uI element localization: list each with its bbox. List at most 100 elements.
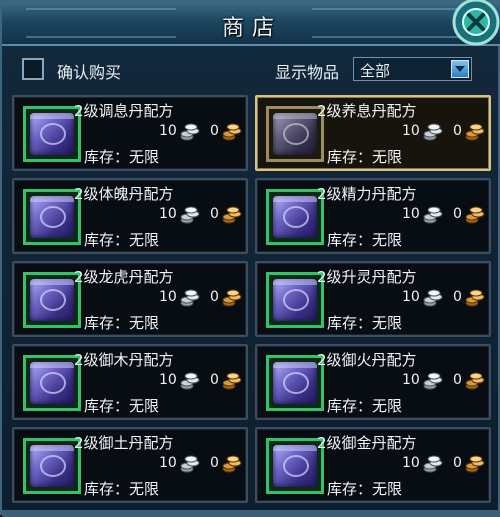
stock-text: 库存：无限 (84, 480, 160, 498)
gold-price: 0 (453, 289, 462, 305)
recipe-scroll-icon (273, 279, 317, 321)
silver-coin-icon (180, 206, 200, 224)
stock-text: 库存：无限 (84, 397, 160, 415)
gold-coin-icon (465, 372, 485, 390)
silver-price: 10 (402, 372, 420, 388)
item-name: 2级御木丹配方 (74, 351, 174, 369)
shop-item-card-9[interactable]: 2级御土丹配方 10 0 库存：无限 (12, 427, 248, 503)
silver-coin-icon (180, 455, 200, 473)
silver-coin-icon (423, 289, 443, 307)
stock-text: 库存：无限 (327, 148, 403, 166)
gold-price: 0 (210, 123, 219, 139)
filter-select[interactable]: 全部 (353, 57, 472, 81)
stock-text: 库存：无限 (327, 397, 403, 415)
silver-price: 10 (159, 372, 177, 388)
recipe-scroll-icon (30, 196, 74, 238)
shop-item-card-7[interactable]: 2级御木丹配方 10 0 库存：无限 (12, 344, 248, 420)
item-icon-frame (23, 272, 81, 328)
confirm-label[interactable]: 确认购买 (57, 59, 121, 83)
confirm-checkbox[interactable] (22, 58, 44, 80)
gold-price: 0 (453, 455, 462, 471)
item-icon-frame (23, 106, 81, 162)
gold-price: 0 (210, 372, 219, 388)
shop-item-card-1[interactable]: 2级调息丹配方 10 0 库存：无限 (12, 95, 248, 171)
silver-price: 10 (402, 455, 420, 471)
silver-coin-icon (180, 289, 200, 307)
shop-item-card-4[interactable]: 2级精力丹配方 10 0 库存：无限 (255, 178, 491, 254)
shop-item-card-3[interactable]: 2级体魄丹配方 10 0 库存：无限 (12, 178, 248, 254)
gold-coin-icon (465, 206, 485, 224)
silver-price: 10 (159, 289, 177, 305)
title-bar[interactable]: 商店 (2, 2, 500, 46)
gold-coin-icon (222, 372, 242, 390)
gold-coin-icon (222, 455, 242, 473)
gold-price: 0 (210, 289, 219, 305)
gold-coin-icon (465, 455, 485, 473)
item-name: 2级体魄丹配方 (74, 185, 174, 203)
shop-item-card-5[interactable]: 2级龙虎丹配方 10 0 库存：无限 (12, 261, 248, 337)
stock-text: 库存：无限 (327, 314, 403, 332)
silver-coin-icon (423, 455, 443, 473)
item-icon-frame (266, 272, 324, 328)
shop-item-card-8[interactable]: 2级御火丹配方 10 0 库存：无限 (255, 344, 491, 420)
recipe-scroll-icon (30, 113, 74, 155)
filter-label: 显示物品 (275, 63, 340, 82)
item-name: 2级御火丹配方 (317, 351, 417, 369)
silver-price: 10 (159, 455, 177, 471)
gold-price: 0 (453, 206, 462, 222)
item-icon-frame (23, 438, 81, 494)
gold-coin-icon (465, 289, 485, 307)
item-name: 2级养息丹配方 (317, 102, 417, 120)
silver-price: 10 (402, 289, 420, 305)
price-row: 10 0 (149, 123, 249, 143)
price-row: 10 0 (149, 289, 249, 309)
silver-coin-icon (423, 372, 443, 390)
price-row: 10 0 (392, 289, 492, 309)
stock-text: 库存：无限 (84, 231, 160, 249)
item-icon-frame (266, 355, 324, 411)
gold-price: 0 (210, 455, 219, 471)
silver-price: 10 (402, 206, 420, 222)
item-icon-frame (266, 106, 324, 162)
item-name: 2级精力丹配方 (317, 185, 417, 203)
item-name: 2级御金丹配方 (317, 434, 417, 452)
silver-coin-icon (180, 372, 200, 390)
recipe-scroll-icon (30, 362, 74, 404)
recipe-scroll-icon (30, 279, 74, 321)
item-icon-frame (23, 189, 81, 245)
item-icon-frame (266, 438, 324, 494)
item-icon-frame (266, 189, 324, 245)
shop-item-card-2[interactable]: 2级养息丹配方 10 0 库存：无限 (255, 95, 491, 171)
chevron-down-icon[interactable] (451, 60, 469, 78)
price-row: 10 0 (149, 372, 249, 392)
recipe-scroll-icon (30, 445, 74, 487)
silver-price: 10 (159, 206, 177, 222)
shop-item-card-6[interactable]: 2级升灵丹配方 10 0 库存：无限 (255, 261, 491, 337)
silver-coin-icon (423, 123, 443, 141)
gold-coin-icon (222, 289, 242, 307)
stock-text: 库存：无限 (84, 314, 160, 332)
item-name: 2级龙虎丹配方 (74, 268, 174, 286)
gold-price: 0 (453, 123, 462, 139)
gold-coin-icon (222, 123, 242, 141)
recipe-scroll-icon (273, 362, 317, 404)
close-gem-icon[interactable] (442, 0, 500, 52)
price-row: 10 0 (392, 123, 492, 143)
recipe-scroll-icon (273, 445, 317, 487)
silver-price: 10 (402, 123, 420, 139)
shop-item-card-10[interactable]: 2级御金丹配方 10 0 库存：无限 (255, 427, 491, 503)
price-row: 10 0 (392, 372, 492, 392)
item-icon-frame (23, 355, 81, 411)
gold-price: 0 (210, 206, 219, 222)
item-name: 2级调息丹配方 (74, 102, 174, 120)
price-row: 10 0 (392, 455, 492, 475)
price-row: 10 0 (149, 206, 249, 226)
item-name: 2级升灵丹配方 (317, 268, 417, 286)
silver-coin-icon (423, 206, 443, 224)
stock-text: 库存：无限 (327, 231, 403, 249)
gold-price: 0 (453, 372, 462, 388)
price-row: 10 0 (392, 206, 492, 226)
filter-select-value: 全部 (360, 62, 391, 80)
shop-window: 商店 确认购买 显示物品 全部 2级调息丹配方 10 0 库存：无限 2级养息丹… (0, 0, 500, 517)
recipe-scroll-icon (273, 113, 317, 155)
